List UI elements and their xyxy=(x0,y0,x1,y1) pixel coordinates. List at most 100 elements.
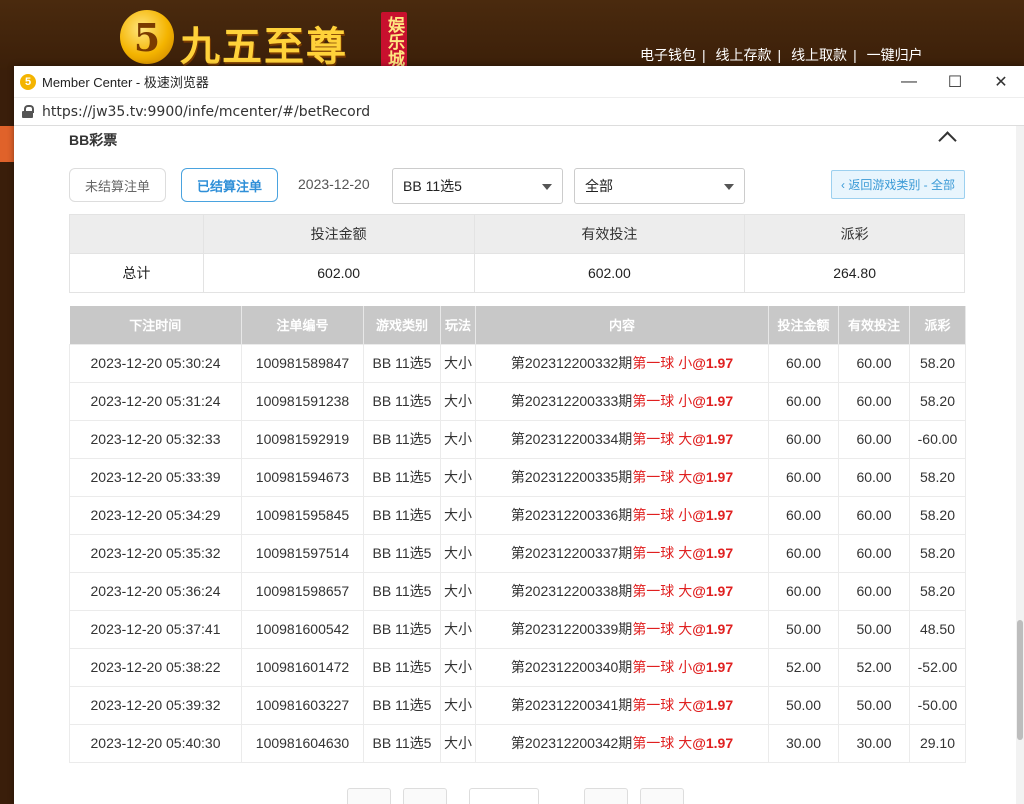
cell-odds: @1.97 xyxy=(692,735,734,751)
cell-bet: 60.00 xyxy=(768,495,839,535)
col-header-game[interactable]: 游戏类别 xyxy=(363,306,441,344)
cell-pick: 第一球 大 xyxy=(632,469,693,485)
cell-payout: -50.00 xyxy=(909,685,966,725)
col-header-bet[interactable]: 投注金额 xyxy=(768,306,839,344)
cell-game: BB 11选5 xyxy=(363,685,441,725)
cell-valid: 30.00 xyxy=(838,723,910,763)
minimize-button[interactable]: — xyxy=(886,66,932,98)
maximize-button[interactable]: ☐ xyxy=(932,66,978,98)
cell-game: BB 11选5 xyxy=(363,457,441,497)
scroll-thumb[interactable] xyxy=(1017,620,1023,740)
page-input[interactable] xyxy=(469,788,539,804)
game-select[interactable]: BB 11选5 xyxy=(392,168,563,204)
nav-deposit[interactable]: 线上存款 xyxy=(716,47,772,63)
cell-time: 2023-12-20 05:32:33 xyxy=(69,419,242,459)
cell-valid: 60.00 xyxy=(838,343,910,383)
cell-pick: 第一球 大 xyxy=(632,697,693,713)
cell-bet: 30.00 xyxy=(768,723,839,763)
col-header-time[interactable]: 下注时间 xyxy=(69,306,242,344)
cell-payout: 48.50 xyxy=(909,609,966,649)
cell-play: 大小 xyxy=(440,685,476,725)
title-bar: 5 Member Center - 极速浏览器 — ☐ ✕ xyxy=(14,66,1024,98)
url-text[interactable]: https://jw35.tv:9900/infe/mcenter/#/betR… xyxy=(42,104,370,120)
prev-page-button[interactable] xyxy=(403,788,447,804)
cell-id: 100981600542 xyxy=(241,609,364,649)
col-header-payout[interactable]: 派彩 xyxy=(909,306,966,344)
cell-play: 大小 xyxy=(440,419,476,459)
cell-period: 第202312200338期 xyxy=(510,583,633,599)
last-page-button[interactable] xyxy=(640,788,684,804)
cell-valid: 60.00 xyxy=(838,533,910,573)
cell-game: BB 11选5 xyxy=(363,609,441,649)
table-row: 2023-12-20 05:31:24 100981591238 BB 11选5 大小… xyxy=(69,381,966,421)
back-to-category-button[interactable]: ‹ 返回游戏类别 - 全部 xyxy=(831,170,965,199)
cell-pick: 第一球 小 xyxy=(632,659,693,675)
cell-play: 大小 xyxy=(440,571,476,611)
cell-pick: 第一球 小 xyxy=(632,393,693,409)
filter-row: 未结算注单 已结算注单 2023-12-20 BB 11选5 全部 ‹ 返回游戏… xyxy=(69,168,965,204)
table-row: 2023-12-20 05:32:33 100981592919 BB 11选5 大小… xyxy=(69,419,966,459)
cell-pick: 第一球 大 xyxy=(632,621,693,637)
cell-id: 100981591238 xyxy=(241,381,364,421)
cell-payout: -52.00 xyxy=(909,647,966,687)
cell-period: 第202312200340期 xyxy=(510,659,633,675)
cell-period: 第202312200334期 xyxy=(510,431,633,447)
type-select[interactable]: 全部 xyxy=(574,168,745,204)
cell-pick: 第一球 大 xyxy=(632,545,693,561)
table-row: 2023-12-20 05:35:32 100981597514 BB 11选5 大小… xyxy=(69,533,966,573)
close-button[interactable]: ✕ xyxy=(978,66,1024,98)
cell-valid: 60.00 xyxy=(838,457,910,497)
summary-header-empty xyxy=(69,214,204,254)
cell-bet: 60.00 xyxy=(768,381,839,421)
cell-bet: 60.00 xyxy=(768,419,839,459)
cell-odds: @1.97 xyxy=(692,393,734,409)
col-header-content[interactable]: 内容 xyxy=(475,306,769,344)
cell-play: 大小 xyxy=(440,723,476,763)
table-row: 2023-12-20 05:36:24 100981598657 BB 11选5 大小… xyxy=(69,571,966,611)
next-page-button[interactable] xyxy=(584,788,628,804)
cell-content: 第202312200333期第一球 小@1.97 xyxy=(475,381,769,421)
cell-payout: 58.20 xyxy=(909,381,966,421)
cell-bet: 60.00 xyxy=(768,533,839,573)
cell-time: 2023-12-20 05:38:22 xyxy=(69,647,242,687)
nav-withdraw[interactable]: 线上取款 xyxy=(791,47,847,63)
chevron-up-icon[interactable] xyxy=(938,130,956,144)
date-text[interactable]: 2023-12-20 xyxy=(298,176,370,192)
summary-header-bet: 投注金额 xyxy=(202,214,475,254)
first-page-button[interactable] xyxy=(347,788,391,804)
cell-play: 大小 xyxy=(440,495,476,535)
settled-button[interactable]: 已结算注单 xyxy=(181,168,278,202)
cell-id: 100981603227 xyxy=(241,685,364,725)
cell-pick: 第一球 大 xyxy=(632,583,693,599)
cell-game: BB 11选5 xyxy=(363,343,441,383)
cell-period: 第202312200332期 xyxy=(510,355,633,371)
cell-id: 100981604630 xyxy=(241,723,364,763)
col-header-id[interactable]: 注单编号 xyxy=(241,306,364,344)
cell-payout: 58.20 xyxy=(909,343,966,383)
nav-consolidate[interactable]: 一键归户 xyxy=(867,47,923,63)
cell-odds: @1.97 xyxy=(692,431,734,447)
summary-header-payout: 派彩 xyxy=(744,214,965,254)
col-header-play[interactable]: 玩法 xyxy=(440,306,476,344)
cell-period: 第202312200341期 xyxy=(510,697,633,713)
address-bar[interactable]: https://jw35.tv:9900/infe/mcenter/#/betR… xyxy=(14,98,1024,126)
cell-time: 2023-12-20 05:30:24 xyxy=(69,343,242,383)
cell-content: 第202312200334期第一球 大@1.97 xyxy=(475,419,769,459)
table-row: 2023-12-20 05:33:39 100981594673 BB 11选5 大小… xyxy=(69,457,966,497)
cell-valid: 60.00 xyxy=(838,381,910,421)
lock-icon xyxy=(22,105,34,118)
cell-bet: 60.00 xyxy=(768,571,839,611)
site-header: 5 九五至尊 娱乐城 电子钱包 | 线上存款 | 线上取款 | 一键归户 xyxy=(0,0,1024,70)
cell-payout: 58.20 xyxy=(909,495,966,535)
scrollbar[interactable] xyxy=(1016,126,1024,804)
nav-wallet[interactable]: 电子钱包 xyxy=(640,47,696,63)
site-logo-badge: 娱乐城 xyxy=(381,12,407,70)
cell-valid: 50.00 xyxy=(838,609,910,649)
cell-id: 100981597514 xyxy=(241,533,364,573)
col-header-valid[interactable]: 有效投注 xyxy=(838,306,910,344)
cell-odds: @1.97 xyxy=(692,507,734,523)
unsettled-button[interactable]: 未结算注单 xyxy=(69,168,166,202)
table-row: 2023-12-20 05:40:30 100981604630 BB 11选5 大小… xyxy=(69,723,966,763)
cell-payout: 58.20 xyxy=(909,457,966,497)
site-nav: 电子钱包 | 线上存款 | 线上取款 | 一键归户 xyxy=(640,47,923,63)
